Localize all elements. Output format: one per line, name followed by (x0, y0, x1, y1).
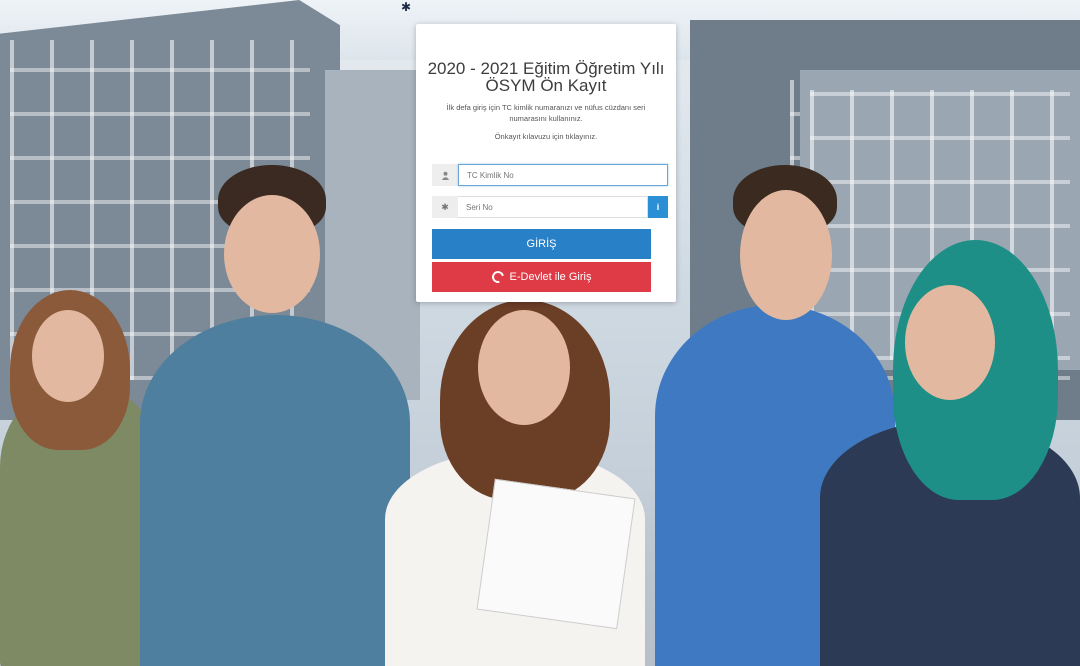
notebook (476, 478, 636, 630)
info-icon[interactable]: i (648, 196, 668, 218)
student-2 (140, 315, 410, 666)
serial-input-group: ✱ i (432, 196, 668, 218)
edevlet-logo-icon (489, 268, 506, 286)
login-card: 2020 - 2021 Eğitim Öğretim Yılı ÖSYM Ön … (416, 24, 676, 302)
edevlet-login-label: E-Devlet ile Giriş (509, 271, 592, 283)
student-2-face (224, 195, 320, 313)
student-5-face (905, 285, 995, 400)
tc-kimlik-input[interactable] (458, 164, 668, 186)
login-instructions: İlk defa giriş için TC kimlik numaranızı… (446, 103, 646, 123)
student-4-face (740, 190, 832, 320)
asterisk-icon: ✱ (432, 196, 458, 218)
user-icon (432, 164, 458, 186)
login-button[interactable]: GİRİŞ (432, 229, 651, 259)
edevlet-login-button[interactable]: E-Devlet ile Giriş (432, 262, 651, 292)
guide-link[interactable]: Önkayıt kılavuzu için tıklayınız. (416, 132, 676, 141)
page-title: 2020 - 2021 Eğitim Öğretim Yılı ÖSYM Ön … (427, 59, 665, 95)
logo-star-icon: ✱ (401, 0, 412, 14)
student-1-face (32, 310, 104, 402)
serial-number-input[interactable] (458, 196, 648, 218)
tc-input-group (432, 164, 668, 186)
student-3-face (478, 310, 570, 425)
